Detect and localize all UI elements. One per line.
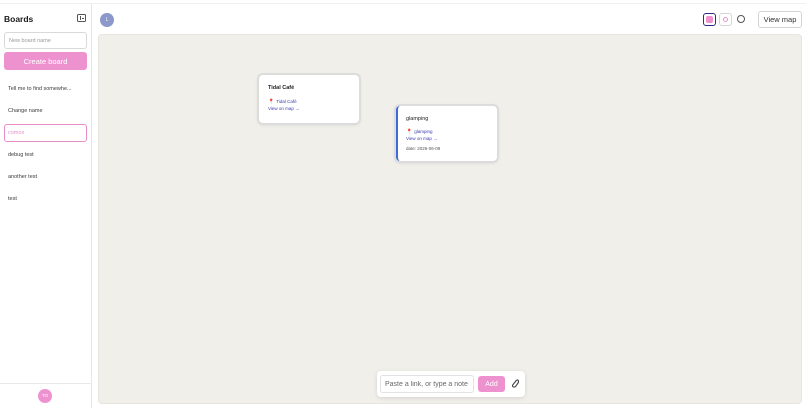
board-item[interactable]: Tell me to find somewhe... — [4, 80, 87, 98]
card-place-name: glamping — [414, 129, 433, 134]
new-board-input[interactable] — [4, 32, 87, 49]
board-item-active[interactable]: comox — [4, 124, 87, 142]
create-board-button[interactable]: Create board — [4, 52, 87, 70]
collaborator-avatar[interactable]: L — [100, 13, 114, 27]
map-pin-icon: 📍 — [406, 129, 413, 135]
sidebar-header: Boards — [4, 14, 88, 26]
paperclip-icon[interactable] — [509, 378, 520, 390]
card-place-name: Tidal Café — [276, 99, 297, 104]
add-item-input[interactable] — [380, 375, 474, 393]
view-on-map-link[interactable]: View on map → — [406, 136, 438, 141]
card-title: Tidal Café — [268, 85, 295, 91]
list-view-icon-ring — [723, 17, 728, 22]
add-item-bar: Add — [377, 371, 525, 397]
sidebar-title: Boards — [4, 14, 34, 24]
place-card[interactable]: Tidal Café 📍 Tidal Café View on map → — [259, 75, 359, 123]
board-item[interactable]: another test — [4, 168, 87, 186]
card-date: date: 2026-06-09 — [406, 146, 441, 151]
sidebar: Boards Create board Tell me to find some… — [0, 4, 92, 408]
card-place: 📍 Tidal Café — [268, 99, 297, 105]
board-item[interactable]: test — [4, 190, 87, 208]
header: L View map — [93, 4, 806, 34]
chat-icon[interactable] — [735, 13, 748, 26]
board-canvas[interactable]: Tidal Café 📍 Tidal Café View on map → gla… — [98, 34, 802, 404]
add-button[interactable]: Add — [478, 376, 505, 392]
chat-icon-bubble — [737, 15, 745, 23]
card-place: 📍 glamping — [406, 129, 433, 135]
grid-view-icon-fill — [706, 16, 713, 23]
user-avatar[interactable]: TO — [38, 389, 52, 403]
sidebar-footer: TO — [0, 383, 92, 408]
board-item[interactable]: Change name — [4, 102, 87, 120]
sidebar-collapse-icon[interactable] — [77, 14, 86, 22]
place-card[interactable]: glamping 📍 glamping View on map → date: 2… — [396, 106, 497, 161]
card-title: glamping — [406, 116, 429, 122]
list-view-icon[interactable] — [719, 13, 732, 26]
view-on-map-link[interactable]: View on map → — [268, 106, 300, 111]
view-map-button[interactable]: View map — [758, 11, 802, 28]
board-item[interactable]: debug test — [4, 146, 87, 164]
map-pin-icon: 📍 — [268, 99, 275, 105]
grid-view-icon[interactable] — [703, 13, 716, 26]
